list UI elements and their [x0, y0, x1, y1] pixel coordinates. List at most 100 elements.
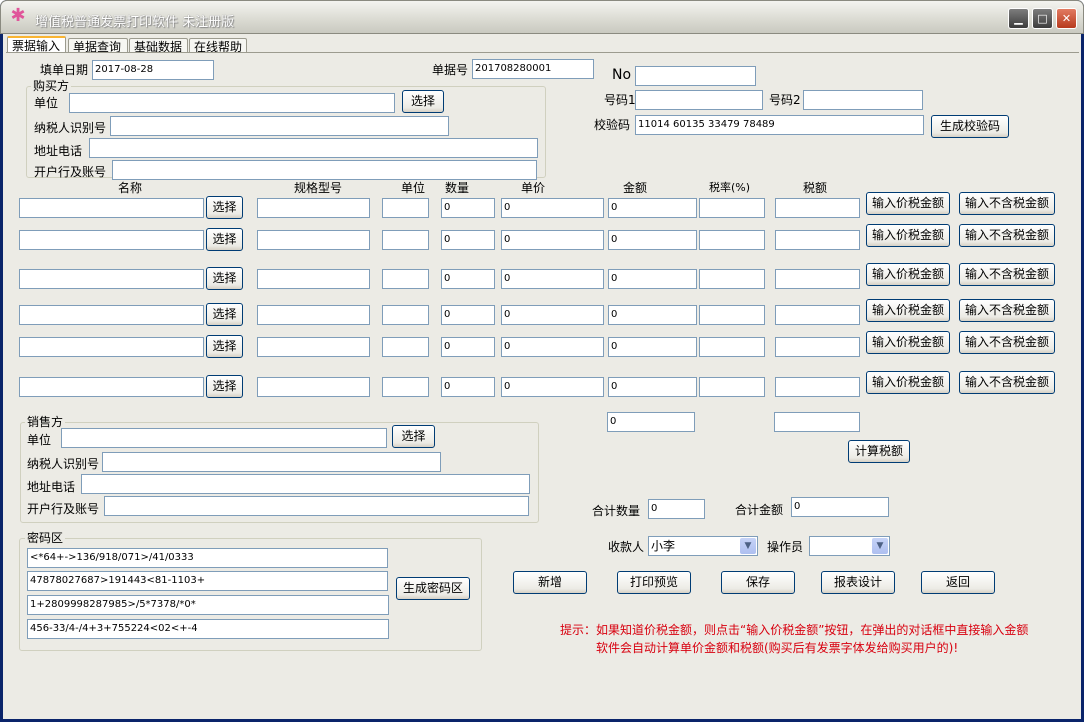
- no-input[interactable]: [635, 66, 756, 86]
- row-unit-input[interactable]: [382, 377, 429, 397]
- row-amount-input[interactable]: 0: [608, 230, 697, 250]
- buyer-taxid-input[interactable]: [110, 116, 449, 136]
- row-tax-input[interactable]: [775, 269, 860, 289]
- row-amount-input[interactable]: 0: [608, 305, 697, 325]
- row-price-input[interactable]: 0: [501, 377, 604, 397]
- total-amount-field-bottom[interactable]: 0: [791, 497, 889, 517]
- row-amount-input[interactable]: 0: [608, 269, 697, 289]
- row-spec-input[interactable]: [257, 230, 370, 250]
- row-select-button[interactable]: 选择: [206, 196, 243, 219]
- row-spec-input[interactable]: [257, 269, 370, 289]
- buyer-unit-input[interactable]: [69, 93, 395, 113]
- generate-cipher-button[interactable]: 生成密码区: [396, 577, 470, 600]
- cipher-line-1[interactable]: <*64+->136/918/071>/41/0333: [27, 548, 388, 568]
- row-amount-input[interactable]: 0: [608, 377, 697, 397]
- total-amount-field[interactable]: 0: [607, 412, 695, 432]
- buyer-bank-input[interactable]: [112, 160, 537, 180]
- row-select-button[interactable]: 选择: [206, 303, 243, 326]
- seller-bank-input[interactable]: [104, 496, 529, 516]
- input-excl-tax-button[interactable]: 输入不含税金额: [959, 192, 1055, 215]
- total-qty-field[interactable]: 0: [648, 499, 705, 519]
- row-qty-input[interactable]: 0: [441, 337, 495, 357]
- row-rate-input[interactable]: [699, 377, 765, 397]
- row-unit-input[interactable]: [382, 269, 429, 289]
- operator-select[interactable]: ▼: [809, 536, 890, 556]
- row-select-button[interactable]: 选择: [206, 267, 243, 290]
- input-excl-tax-button[interactable]: 输入不含税金额: [959, 299, 1055, 322]
- docno-input[interactable]: 201708280001: [472, 59, 594, 79]
- row-tax-input[interactable]: [775, 337, 860, 357]
- row-price-input[interactable]: 0: [501, 230, 604, 250]
- input-incl-tax-button[interactable]: 输入价税金额: [866, 371, 950, 394]
- payee-select[interactable]: 小李 ▼: [648, 536, 758, 556]
- seller-taxid-input[interactable]: [102, 452, 441, 472]
- row-unit-input[interactable]: [382, 230, 429, 250]
- code2-input[interactable]: [803, 90, 923, 110]
- row-tax-input[interactable]: [775, 377, 860, 397]
- row-qty-input[interactable]: 0: [441, 269, 495, 289]
- row-qty-input[interactable]: 0: [441, 230, 495, 250]
- input-excl-tax-button[interactable]: 输入不含税金额: [959, 331, 1055, 354]
- cipher-line-2[interactable]: 47878027687>191443<81-1103+: [27, 571, 388, 591]
- row-rate-input[interactable]: [699, 305, 765, 325]
- row-name-input[interactable]: [19, 230, 204, 250]
- row-tax-input[interactable]: [775, 198, 860, 218]
- row-spec-input[interactable]: [257, 305, 370, 325]
- row-rate-input[interactable]: [699, 337, 765, 357]
- row-tax-input[interactable]: [775, 305, 860, 325]
- calculate-tax-button[interactable]: 计算税额: [848, 440, 910, 463]
- row-amount-input[interactable]: 0: [608, 337, 697, 357]
- title-bar[interactable]: ✱ 增值税普通发票打印软件 未注册版 ▁ □ ✕: [0, 0, 1084, 34]
- row-name-input[interactable]: [19, 198, 204, 218]
- row-rate-input[interactable]: [699, 269, 765, 289]
- generate-check-code-button[interactable]: 生成校验码: [931, 115, 1009, 138]
- row-amount-input[interactable]: 0: [608, 198, 697, 218]
- row-unit-input[interactable]: [382, 198, 429, 218]
- row-unit-input[interactable]: [382, 337, 429, 357]
- chevron-down-icon[interactable]: ▼: [740, 538, 756, 554]
- row-select-button[interactable]: 选择: [206, 375, 243, 398]
- date-input[interactable]: 2017-08-28: [92, 60, 214, 80]
- row-name-input[interactable]: [19, 337, 204, 357]
- buyer-select-button[interactable]: 选择: [402, 90, 444, 113]
- row-qty-input[interactable]: 0: [441, 198, 495, 218]
- row-spec-input[interactable]: [257, 337, 370, 357]
- input-incl-tax-button[interactable]: 输入价税金额: [866, 331, 950, 354]
- save-button[interactable]: 保存: [721, 571, 795, 594]
- row-select-button[interactable]: 选择: [206, 335, 243, 358]
- seller-unit-input[interactable]: [61, 428, 387, 448]
- seller-addr-input[interactable]: [81, 474, 530, 494]
- row-name-input[interactable]: [19, 269, 204, 289]
- row-qty-input[interactable]: 0: [441, 305, 495, 325]
- row-price-input[interactable]: 0: [501, 305, 604, 325]
- row-tax-input[interactable]: [775, 230, 860, 250]
- cipher-line-4[interactable]: 456-33/4-/4+3+755224<02<+-4: [27, 619, 389, 639]
- row-name-input[interactable]: [19, 377, 204, 397]
- total-tax-field[interactable]: [774, 412, 860, 432]
- print-preview-button[interactable]: 打印预览: [617, 571, 691, 594]
- input-excl-tax-button[interactable]: 输入不含税金额: [959, 263, 1055, 286]
- row-rate-input[interactable]: [699, 230, 765, 250]
- close-icon[interactable]: ✕: [1056, 8, 1077, 29]
- minimize-icon[interactable]: ▁: [1008, 8, 1029, 29]
- input-incl-tax-button[interactable]: 输入价税金额: [866, 192, 950, 215]
- row-price-input[interactable]: 0: [501, 337, 604, 357]
- back-button[interactable]: 返回: [921, 571, 995, 594]
- input-excl-tax-button[interactable]: 输入不含税金额: [959, 224, 1055, 247]
- row-name-input[interactable]: [19, 305, 204, 325]
- row-select-button[interactable]: 选择: [206, 228, 243, 251]
- new-button[interactable]: 新增: [513, 571, 587, 594]
- row-rate-input[interactable]: [699, 198, 765, 218]
- cipher-line-3[interactable]: 1+2809998287985>/5*7378/*0*: [27, 595, 389, 615]
- chevron-down-icon[interactable]: ▼: [872, 538, 888, 554]
- row-spec-input[interactable]: [257, 377, 370, 397]
- row-unit-input[interactable]: [382, 305, 429, 325]
- maximize-icon[interactable]: □: [1032, 8, 1053, 29]
- row-spec-input[interactable]: [257, 198, 370, 218]
- input-incl-tax-button[interactable]: 输入价税金额: [866, 299, 950, 322]
- input-incl-tax-button[interactable]: 输入价税金额: [866, 224, 950, 247]
- check-code-input[interactable]: 11014 60135 33479 78489: [635, 115, 924, 135]
- input-excl-tax-button[interactable]: 输入不含税金额: [959, 371, 1055, 394]
- row-price-input[interactable]: 0: [501, 269, 604, 289]
- row-qty-input[interactable]: 0: [441, 377, 495, 397]
